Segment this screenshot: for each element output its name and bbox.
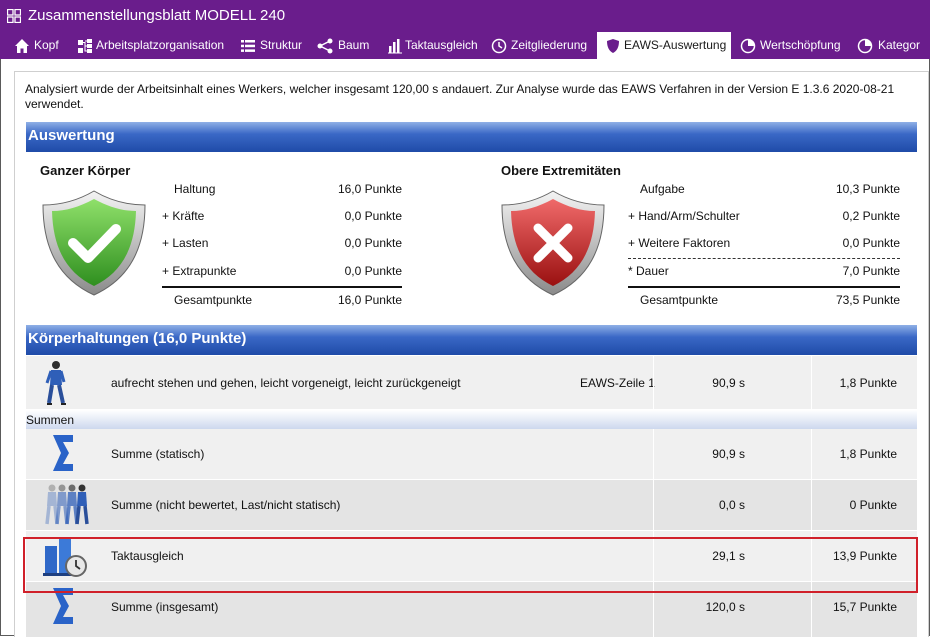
column-divider: [811, 429, 812, 479]
total-value: 73,5 Punkte: [835, 293, 900, 307]
tab-kopf[interactable]: Kopf: [14, 32, 66, 59]
row-seconds: 90,9 s: [712, 376, 745, 390]
multiple-workers-icon: [45, 484, 89, 525]
section-header-auswertung: Auswertung: [26, 122, 917, 152]
score-label: Haltung: [174, 182, 216, 196]
table-row[interactable]: aufrecht stehen und gehen, leicht vorgen…: [26, 356, 917, 409]
bar-chart-icon: [388, 39, 402, 54]
score-row: + Extrapunkte 0,0 Punkte: [162, 258, 402, 285]
score-value: 0,0 Punkte: [344, 264, 402, 278]
score-label: * Dauer: [628, 264, 669, 278]
score-value: 0,2 Punkte: [842, 209, 900, 223]
row-description: Summe (insgesamt): [111, 600, 219, 614]
score-value: 0,0 Punkte: [842, 236, 900, 250]
score-row: + Lasten 0,0 Punkte: [162, 230, 402, 257]
tab-label: Zeitgliederung: [511, 38, 588, 52]
total-row: Gesamtpunkte 73,5 Punkte: [628, 287, 900, 314]
tab-wertschoepfung[interactable]: Wertschöpfung: [740, 32, 844, 59]
row-points: 15,7 Punkte: [832, 600, 897, 614]
row-seconds: 0,0 s: [718, 498, 745, 512]
pie-icon: [740, 38, 756, 54]
score-row: + Weitere Faktoren 0,0 Punkte: [628, 230, 900, 257]
tab-label: Struktur: [260, 38, 303, 52]
tab-bar: Kopf Arbeitsplatzorganisation Struktur B…: [0, 32, 930, 59]
column-divider: [653, 356, 654, 409]
row-points: 0 Punkte: [849, 498, 897, 512]
score-value: 10,3 Punkte: [835, 182, 900, 196]
total-label: Gesamtpunkte: [640, 293, 719, 307]
score-label: + Extrapunkte: [162, 264, 237, 278]
walking-worker-icon: [45, 361, 66, 405]
score-label: + Hand/Arm/Schulter: [628, 209, 740, 223]
tab-baum[interactable]: Baum: [317, 32, 373, 59]
score-value: 16,0 Punkte: [337, 182, 402, 196]
intro-text: Analysiert wurde der Arbeitsinhalt eines…: [25, 82, 895, 111]
title-bar: Zusammenstellungsblatt MODELL 240: [0, 0, 930, 32]
row-points: 1,8 Punkte: [839, 447, 897, 461]
score-row: Aufgabe 10,3 Punkte: [628, 176, 900, 203]
tab-label: Kategor: [878, 38, 921, 52]
tab-label: Arbeitsplatzorganisation: [96, 38, 225, 52]
table-row[interactable]: Summe (nicht bewertet, Last/nicht statis…: [26, 480, 917, 530]
home-icon: [15, 39, 29, 53]
sigma-icon: [53, 435, 73, 471]
score-value: 0,0 Punkte: [344, 209, 402, 223]
tab-label: Taktausgleich: [405, 38, 478, 52]
column-divider: [811, 480, 812, 530]
section-header-koerperhaltungen: Körperhaltungen (16,0 Punkte): [26, 325, 917, 355]
score-label: + Lasten: [162, 236, 209, 250]
summen-label: Summen: [26, 413, 75, 427]
column-divider: [811, 356, 812, 409]
score-row: + Hand/Arm/Schulter 0,2 Punkte: [628, 203, 900, 230]
score-row: * Dauer 7,0 Punkte: [628, 258, 900, 285]
score-value: 7,0 Punkte: [842, 264, 900, 278]
tab-kategorien[interactable]: Kategor: [857, 32, 930, 59]
report-panel: Analysiert wurde der Arbeitsinhalt eines…: [14, 71, 929, 637]
row-points: 1,8 Punkte: [839, 376, 897, 390]
content-frame: Analysiert wurde der Arbeitsinhalt eines…: [0, 59, 930, 637]
row-reference: EAWS-Zeile 1: [580, 376, 655, 390]
window-title: Zusammenstellungsblatt MODELL 240: [28, 7, 286, 24]
subheading-obere-extremitaeten: Obere Extremitäten: [501, 163, 621, 178]
tab-label: Kopf: [34, 38, 59, 52]
total-row: Gesamtpunkte 16,0 Punkte: [162, 287, 402, 314]
clock-icon: [491, 38, 507, 54]
highlight-frame: [23, 537, 918, 593]
score-label: + Weitere Faktoren: [628, 236, 731, 250]
tab-label: Wertschöpfung: [760, 38, 841, 52]
score-label: + Kräfte: [162, 209, 205, 223]
score-label: Aufgabe: [640, 182, 685, 196]
tab-label: Baum: [338, 38, 370, 52]
list-icon: [241, 40, 255, 52]
organization-icon: [78, 39, 92, 53]
total-label: Gesamtpunkte: [174, 293, 253, 307]
score-value: 0,0 Punkte: [344, 236, 402, 250]
row-seconds: 120,0 s: [705, 600, 745, 614]
row-description: aufrecht stehen und gehen, leicht vorgen…: [111, 376, 461, 390]
tab-label: EAWS-Auswertung: [624, 38, 727, 52]
summen-bar: Summen: [26, 410, 917, 429]
table-row[interactable]: Summe (statisch) 90,9 s 1,8 Punkte: [26, 429, 917, 479]
row-description: Summe (nicht bewertet, Last/nicht statis…: [111, 498, 341, 512]
tab-arbeitsplatzorganisation[interactable]: Arbeitsplatzorganisation: [77, 32, 227, 59]
row-description: Summe (statisch): [111, 447, 205, 461]
pie-icon: [857, 38, 873, 54]
tab-taktausgleich[interactable]: Taktausgleich: [387, 32, 479, 59]
row-seconds: 90,9 s: [712, 447, 745, 461]
shield-icon: [607, 39, 619, 53]
shield-error-icon: [501, 190, 605, 296]
column-divider: [653, 429, 654, 479]
score-row: Haltung 16,0 Punkte: [162, 176, 402, 203]
app-grid-icon: [7, 9, 21, 23]
subheading-ganzer-koerper: Ganzer Körper: [40, 163, 131, 178]
tab-struktur[interactable]: Struktur: [240, 32, 306, 59]
score-row: + Kräfte 0,0 Punkte: [162, 203, 402, 230]
total-value: 16,0 Punkte: [337, 293, 402, 307]
shield-check-icon: [42, 190, 146, 296]
tab-zeitgliederung[interactable]: Zeitgliederung: [491, 32, 591, 59]
tab-eaws-auswertung[interactable]: EAWS-Auswertung: [597, 32, 731, 59]
column-divider: [653, 480, 654, 530]
share-tree-icon: [317, 38, 333, 54]
